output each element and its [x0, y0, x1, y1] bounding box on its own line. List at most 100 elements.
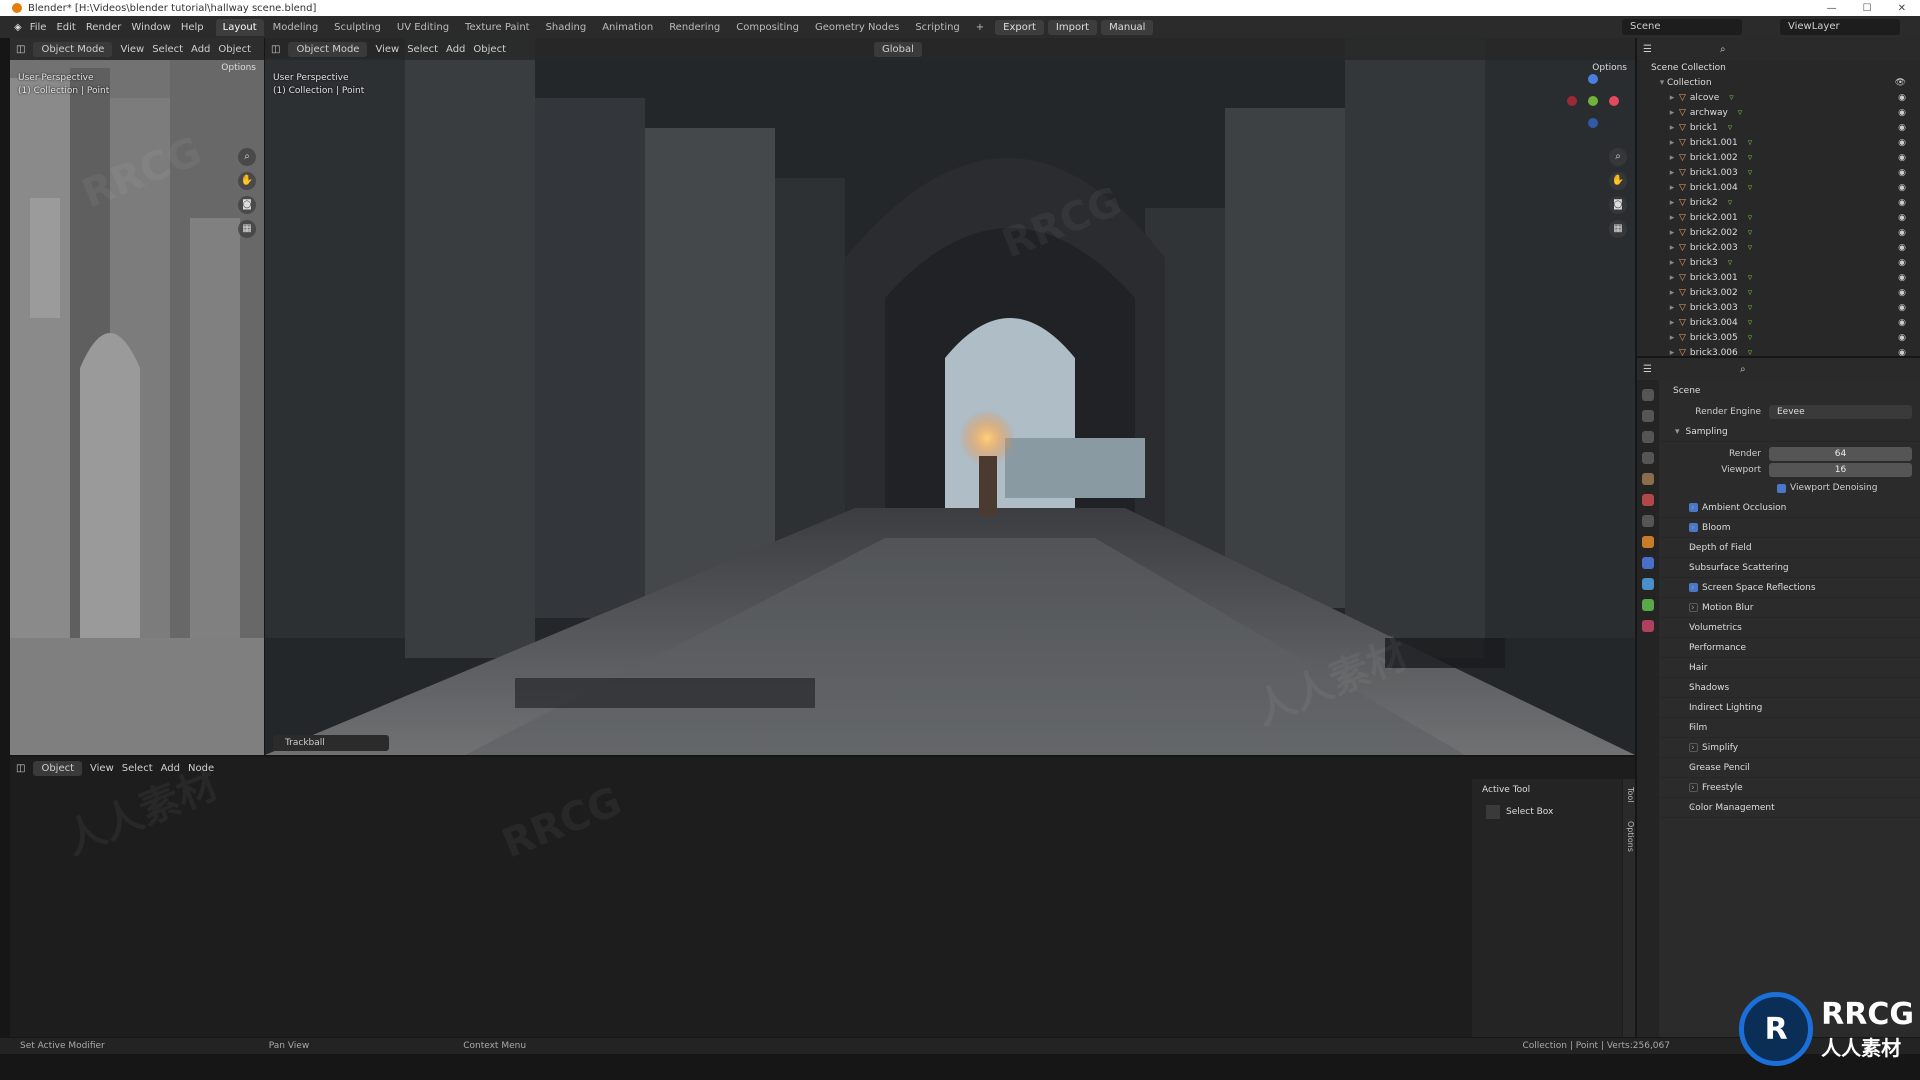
- outliner[interactable]: ☰ ⌕ Scene Collection ▾ Collection 👁 ▸ ▽ al…: [1637, 38, 1920, 356]
- eye-icon[interactable]: ◉: [1898, 123, 1906, 133]
- eye-icon[interactable]: ◉: [1898, 348, 1906, 357]
- outliner-item[interactable]: ▸ ▽ brick1.004 ▿ ◉: [1637, 180, 1920, 195]
- outliner-item[interactable]: ▸ ▽ alcove ▿ ◉: [1637, 90, 1920, 105]
- gizmo-x-icon[interactable]: [1609, 96, 1619, 106]
- tab-scripting[interactable]: Scripting: [908, 19, 966, 36]
- zoom-icon[interactable]: ⌕: [1609, 148, 1627, 166]
- scene-collection-row[interactable]: Scene Collection: [1637, 60, 1920, 75]
- collection-row[interactable]: ▾ Collection 👁: [1637, 75, 1920, 90]
- eye-icon[interactable]: ◉: [1898, 153, 1906, 163]
- expand-arrow-icon[interactable]: ▸: [1667, 243, 1677, 253]
- outliner-item[interactable]: ▸ ▽ brick1 ▿ ◉: [1637, 120, 1920, 135]
- viewport-denoising-checkbox[interactable]: [1777, 483, 1786, 493]
- tab-options[interactable]: Options: [1626, 821, 1635, 852]
- main-menu-object[interactable]: Object: [473, 44, 506, 55]
- editor-type-icon[interactable]: ◫: [16, 44, 25, 55]
- expand-arrow-icon[interactable]: ▸: [1667, 138, 1677, 148]
- tool-tab-icon[interactable]: [1642, 389, 1654, 401]
- modifier-tab-icon[interactable]: [1642, 557, 1654, 569]
- close-icon[interactable]: ✕: [1898, 3, 1906, 14]
- outliner-item[interactable]: ▸ ▽ brick2.003 ▿ ◉: [1637, 240, 1920, 255]
- outliner-item[interactable]: ▸ ▽ brick3.002 ▿ ◉: [1637, 285, 1920, 300]
- panel-header[interactable]: › Volumetrics: [1659, 618, 1920, 638]
- expand-arrow-icon[interactable]: ▸: [1667, 288, 1677, 298]
- data-tab-icon[interactable]: [1642, 599, 1654, 611]
- left-mode-dropdown[interactable]: Object Mode: [33, 41, 113, 57]
- scene-tab-icon[interactable]: [1642, 473, 1654, 485]
- view-layer-tab-icon[interactable]: [1642, 452, 1654, 464]
- render-tab-icon[interactable]: [1642, 410, 1654, 422]
- panel-header[interactable]: › Performance: [1659, 638, 1920, 658]
- main-menu-select[interactable]: Select: [407, 44, 438, 55]
- eye-icon[interactable]: ◉: [1898, 93, 1906, 103]
- eye-icon[interactable]: ◉: [1898, 318, 1906, 328]
- collection-tab-icon[interactable]: [1642, 515, 1654, 527]
- sampling-panel-header[interactable]: ▾ Sampling: [1659, 422, 1920, 442]
- expand-arrow-icon[interactable]: ▸: [1667, 258, 1677, 268]
- camera-icon[interactable]: ◙: [1609, 196, 1627, 214]
- expand-arrow-icon[interactable]: ▸: [1667, 183, 1677, 193]
- main-mode-dropdown[interactable]: Object Mode: [288, 41, 368, 57]
- main-menu-add[interactable]: Add: [446, 44, 465, 55]
- left-options-button[interactable]: Options: [221, 63, 256, 73]
- outliner-item[interactable]: ▸ ▽ brick1.002 ▿ ◉: [1637, 150, 1920, 165]
- node-menu-node[interactable]: Node: [188, 763, 214, 774]
- panel-header[interactable]: › Simplify: [1659, 738, 1920, 758]
- tab-uv-editing[interactable]: UV Editing: [390, 19, 456, 36]
- eye-icon[interactable]: ◉: [1898, 228, 1906, 238]
- eye-icon[interactable]: ◉: [1898, 258, 1906, 268]
- node-menu-add[interactable]: Add: [161, 763, 180, 774]
- menu-render[interactable]: Render: [86, 22, 122, 33]
- node-menu-select[interactable]: Select: [122, 763, 153, 774]
- tab-animation[interactable]: Animation: [595, 19, 660, 36]
- panel-header[interactable]: › Indirect Lighting: [1659, 698, 1920, 718]
- last-operator-panel[interactable]: Trackball: [273, 735, 389, 751]
- panel-header[interactable]: › Bloom: [1659, 518, 1920, 538]
- outliner-item[interactable]: ▸ ▽ archway ▿ ◉: [1637, 105, 1920, 120]
- eye-icon[interactable]: ◉: [1898, 333, 1906, 343]
- left-menu-add[interactable]: Add: [191, 44, 210, 55]
- editor-type-icon[interactable]: ◫: [16, 763, 25, 774]
- expand-arrow-icon[interactable]: ▸: [1667, 213, 1677, 223]
- outliner-item[interactable]: ▸ ▽ brick2.001 ▿ ◉: [1637, 210, 1920, 225]
- panel-header[interactable]: › Screen Space Reflections: [1659, 578, 1920, 598]
- object-tab-icon[interactable]: [1642, 536, 1654, 548]
- pan-hand-icon[interactable]: ✋: [238, 172, 256, 190]
- viewlayer-selector[interactable]: ViewLayer: [1780, 19, 1900, 35]
- tab-shading[interactable]: Shading: [539, 19, 594, 36]
- panel-header[interactable]: › Grease Pencil: [1659, 758, 1920, 778]
- outliner-editor-icon[interactable]: ☰: [1643, 44, 1652, 55]
- eye-icon[interactable]: ◉: [1898, 183, 1906, 193]
- panel-header[interactable]: › Motion Blur: [1659, 598, 1920, 618]
- physics-tab-icon[interactable]: [1642, 578, 1654, 590]
- eye-icon[interactable]: ◉: [1898, 273, 1906, 283]
- eye-icon[interactable]: ◉: [1898, 213, 1906, 223]
- navigation-gizmo[interactable]: [1565, 74, 1621, 130]
- pan-hand-icon[interactable]: ✋: [1609, 172, 1627, 190]
- main-menu-view[interactable]: View: [375, 44, 399, 55]
- expand-arrow-icon[interactable]: ▸: [1667, 93, 1677, 103]
- viewport-denoising-row[interactable]: Viewport Denoising: [1659, 478, 1920, 498]
- tab-geometry-nodes[interactable]: Geometry Nodes: [808, 19, 906, 36]
- panel-header[interactable]: › Subsurface Scattering: [1659, 558, 1920, 578]
- menu-file[interactable]: File: [30, 22, 47, 33]
- main-options-button[interactable]: Options: [1592, 63, 1627, 73]
- panel-header[interactable]: › Color Management: [1659, 798, 1920, 818]
- left-menu-view[interactable]: View: [120, 44, 144, 55]
- viewport-samples-field[interactable]: 16: [1769, 463, 1912, 477]
- blender-menu-icon[interactable]: ◈: [14, 22, 22, 33]
- gizmo-z-icon[interactable]: [1588, 74, 1598, 84]
- properties-search-icon[interactable]: ⌕: [1740, 364, 1746, 375]
- properties-editor-icon[interactable]: ☰: [1643, 364, 1652, 375]
- camera-icon[interactable]: ◙: [238, 196, 256, 214]
- grid-icon[interactable]: ▦: [238, 220, 256, 238]
- outliner-item[interactable]: ▸ ▽ brick3.001 ▿ ◉: [1637, 270, 1920, 285]
- panel-header[interactable]: › Ambient Occlusion: [1659, 498, 1920, 518]
- render-engine-dropdown[interactable]: Eevee: [1769, 405, 1912, 419]
- outliner-item[interactable]: ▸ ▽ brick3.006 ▿ ◉: [1637, 345, 1920, 357]
- expand-arrow-icon[interactable]: ▸: [1667, 228, 1677, 238]
- output-tab-icon[interactable]: [1642, 431, 1654, 443]
- render-samples-field[interactable]: 64: [1769, 447, 1912, 461]
- expand-arrow-icon[interactable]: ▸: [1667, 333, 1677, 343]
- expand-arrow-icon[interactable]: ▸: [1667, 123, 1677, 133]
